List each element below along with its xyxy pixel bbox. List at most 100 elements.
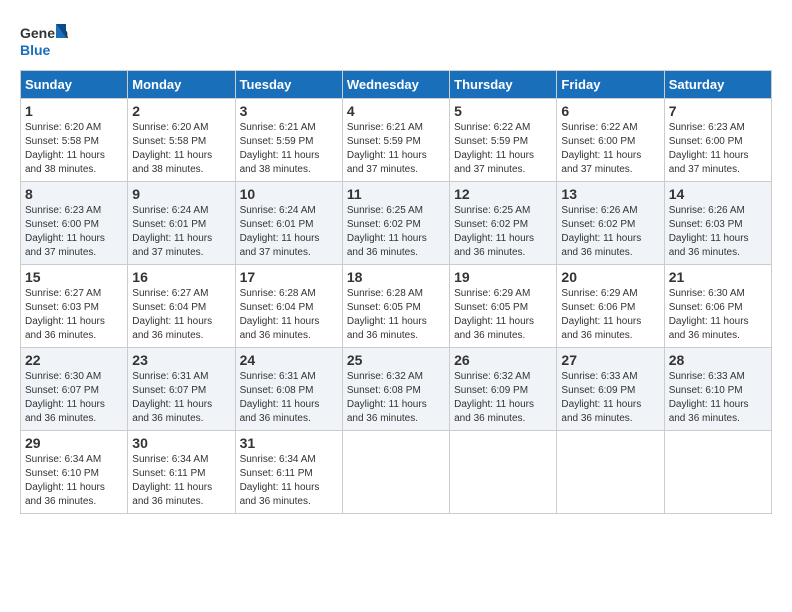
day-info: Sunrise: 6:23 AM Sunset: 6:00 PM Dayligh…	[669, 121, 767, 177]
day-cell: 11Sunrise: 6:25 AM Sunset: 6:02 PM Dayli…	[342, 182, 449, 265]
week-row-5: 29 Sunrise: 6:34 AM Sunset: 6:10 PM Dayli…	[21, 431, 772, 514]
day-number: 24	[240, 352, 338, 368]
day-cell: 12Sunrise: 6:25 AM Sunset: 6:02 PM Dayli…	[450, 182, 557, 265]
day-cell: 22 Sunrise: 6:30 AM Sunset: 6:07 PM Dayli…	[21, 348, 128, 431]
day-cell: 26 Sunrise: 6:32 AM Sunset: 6:09 PM Dayli…	[450, 348, 557, 431]
day-info: Sunrise: 6:34 AM Sunset: 6:11 PM Dayligh…	[132, 453, 230, 509]
day-info: Sunrise: 6:28 AM Sunset: 6:04 PM Dayligh…	[240, 287, 338, 343]
day-number: 6	[561, 103, 659, 119]
week-row-4: 22 Sunrise: 6:30 AM Sunset: 6:07 PM Dayli…	[21, 348, 772, 431]
header-tuesday: Tuesday	[235, 71, 342, 99]
day-number: 18	[347, 269, 445, 285]
day-number: 30	[132, 435, 230, 451]
day-number: 1	[25, 103, 123, 119]
day-cell: 15Sunrise: 6:27 AM Sunset: 6:03 PM Dayli…	[21, 265, 128, 348]
day-info: Sunrise: 6:23 AM Sunset: 6:00 PM Dayligh…	[25, 204, 123, 260]
day-cell	[557, 431, 664, 514]
day-number: 16	[132, 269, 230, 285]
day-number: 17	[240, 269, 338, 285]
day-number: 14	[669, 186, 767, 202]
day-number: 27	[561, 352, 659, 368]
day-info: Sunrise: 6:30 AM Sunset: 6:07 PM Dayligh…	[25, 370, 123, 426]
day-cell: 7 Sunrise: 6:23 AM Sunset: 6:00 PM Daylig…	[664, 99, 771, 182]
day-info: Sunrise: 6:22 AM Sunset: 6:00 PM Dayligh…	[561, 121, 659, 177]
day-number: 11	[347, 186, 445, 202]
day-cell: 1 Sunrise: 6:20 AM Sunset: 5:58 PM Daylig…	[21, 99, 128, 182]
day-number: 22	[25, 352, 123, 368]
day-info: Sunrise: 6:20 AM Sunset: 5:58 PM Dayligh…	[132, 121, 230, 177]
calendar-table: SundayMondayTuesdayWednesdayThursdayFrid…	[20, 70, 772, 514]
day-info: Sunrise: 6:34 AM Sunset: 6:10 PM Dayligh…	[25, 453, 123, 509]
day-info: Sunrise: 6:32 AM Sunset: 6:08 PM Dayligh…	[347, 370, 445, 426]
day-cell	[450, 431, 557, 514]
day-cell: 3 Sunrise: 6:21 AM Sunset: 5:59 PM Daylig…	[235, 99, 342, 182]
day-number: 19	[454, 269, 552, 285]
day-number: 21	[669, 269, 767, 285]
day-cell: 5Sunrise: 6:22 AM Sunset: 5:59 PM Daylig…	[450, 99, 557, 182]
day-cell: 18 Sunrise: 6:28 AM Sunset: 6:05 PM Dayli…	[342, 265, 449, 348]
day-info: Sunrise: 6:24 AM Sunset: 6:01 PM Dayligh…	[240, 204, 338, 260]
day-number: 25	[347, 352, 445, 368]
header-wednesday: Wednesday	[342, 71, 449, 99]
day-cell: 9 Sunrise: 6:24 AM Sunset: 6:01 PM Daylig…	[128, 182, 235, 265]
day-number: 10	[240, 186, 338, 202]
day-info: Sunrise: 6:27 AM Sunset: 6:04 PM Dayligh…	[132, 287, 230, 343]
day-info: Sunrise: 6:33 AM Sunset: 6:10 PM Dayligh…	[669, 370, 767, 426]
day-cell: 10 Sunrise: 6:24 AM Sunset: 6:01 PM Dayli…	[235, 182, 342, 265]
day-cell: 29 Sunrise: 6:34 AM Sunset: 6:10 PM Dayli…	[21, 431, 128, 514]
day-info: Sunrise: 6:29 AM Sunset: 6:06 PM Dayligh…	[561, 287, 659, 343]
day-cell	[664, 431, 771, 514]
day-cell: 6 Sunrise: 6:22 AM Sunset: 6:00 PM Daylig…	[557, 99, 664, 182]
day-cell: 19 Sunrise: 6:29 AM Sunset: 6:05 PM Dayli…	[450, 265, 557, 348]
day-info: Sunrise: 6:29 AM Sunset: 6:05 PM Dayligh…	[454, 287, 552, 343]
week-row-2: 8Sunrise: 6:23 AM Sunset: 6:00 PM Daylig…	[21, 182, 772, 265]
header-thursday: Thursday	[450, 71, 557, 99]
day-info: Sunrise: 6:31 AM Sunset: 6:07 PM Dayligh…	[132, 370, 230, 426]
day-cell: 20Sunrise: 6:29 AM Sunset: 6:06 PM Dayli…	[557, 265, 664, 348]
day-number: 7	[669, 103, 767, 119]
day-cell: 27 Sunrise: 6:33 AM Sunset: 6:09 PM Dayli…	[557, 348, 664, 431]
day-info: Sunrise: 6:26 AM Sunset: 6:03 PM Dayligh…	[669, 204, 767, 260]
header-sunday: Sunday	[21, 71, 128, 99]
day-info: Sunrise: 6:21 AM Sunset: 5:59 PM Dayligh…	[347, 121, 445, 177]
logo-icon: GeneralBlue	[20, 20, 68, 60]
day-number: 31	[240, 435, 338, 451]
day-info: Sunrise: 6:30 AM Sunset: 6:06 PM Dayligh…	[669, 287, 767, 343]
day-cell: 31 Sunrise: 6:34 AM Sunset: 6:11 PM Dayli…	[235, 431, 342, 514]
logo: GeneralBlue	[20, 20, 68, 60]
day-number: 23	[132, 352, 230, 368]
day-number: 9	[132, 186, 230, 202]
day-info: Sunrise: 6:28 AM Sunset: 6:05 PM Dayligh…	[347, 287, 445, 343]
header-row: SundayMondayTuesdayWednesdayThursdayFrid…	[21, 71, 772, 99]
day-cell: 23 Sunrise: 6:31 AM Sunset: 6:07 PM Dayli…	[128, 348, 235, 431]
day-number: 13	[561, 186, 659, 202]
day-number: 29	[25, 435, 123, 451]
day-info: Sunrise: 6:20 AM Sunset: 5:58 PM Dayligh…	[25, 121, 123, 177]
day-number: 3	[240, 103, 338, 119]
day-cell: 17 Sunrise: 6:28 AM Sunset: 6:04 PM Dayli…	[235, 265, 342, 348]
day-number: 5	[454, 103, 552, 119]
day-info: Sunrise: 6:24 AM Sunset: 6:01 PM Dayligh…	[132, 204, 230, 260]
day-info: Sunrise: 6:32 AM Sunset: 6:09 PM Dayligh…	[454, 370, 552, 426]
svg-text:Blue: Blue	[20, 42, 51, 58]
day-info: Sunrise: 6:33 AM Sunset: 6:09 PM Dayligh…	[561, 370, 659, 426]
page-header: GeneralBlue	[20, 20, 772, 60]
day-info: Sunrise: 6:21 AM Sunset: 5:59 PM Dayligh…	[240, 121, 338, 177]
day-number: 12	[454, 186, 552, 202]
day-cell: 8Sunrise: 6:23 AM Sunset: 6:00 PM Daylig…	[21, 182, 128, 265]
day-number: 15	[25, 269, 123, 285]
day-cell: 28 Sunrise: 6:33 AM Sunset: 6:10 PM Dayli…	[664, 348, 771, 431]
day-cell: 24Sunrise: 6:31 AM Sunset: 6:08 PM Dayli…	[235, 348, 342, 431]
day-cell: 25 Sunrise: 6:32 AM Sunset: 6:08 PM Dayli…	[342, 348, 449, 431]
day-number: 26	[454, 352, 552, 368]
day-info: Sunrise: 6:34 AM Sunset: 6:11 PM Dayligh…	[240, 453, 338, 509]
day-number: 28	[669, 352, 767, 368]
day-cell: 13Sunrise: 6:26 AM Sunset: 6:02 PM Dayli…	[557, 182, 664, 265]
day-number: 4	[347, 103, 445, 119]
day-cell: 30 Sunrise: 6:34 AM Sunset: 6:11 PM Dayli…	[128, 431, 235, 514]
header-friday: Friday	[557, 71, 664, 99]
week-row-3: 15Sunrise: 6:27 AM Sunset: 6:03 PM Dayli…	[21, 265, 772, 348]
day-cell: 16 Sunrise: 6:27 AM Sunset: 6:04 PM Dayli…	[128, 265, 235, 348]
day-cell	[342, 431, 449, 514]
day-cell: 14 Sunrise: 6:26 AM Sunset: 6:03 PM Dayli…	[664, 182, 771, 265]
